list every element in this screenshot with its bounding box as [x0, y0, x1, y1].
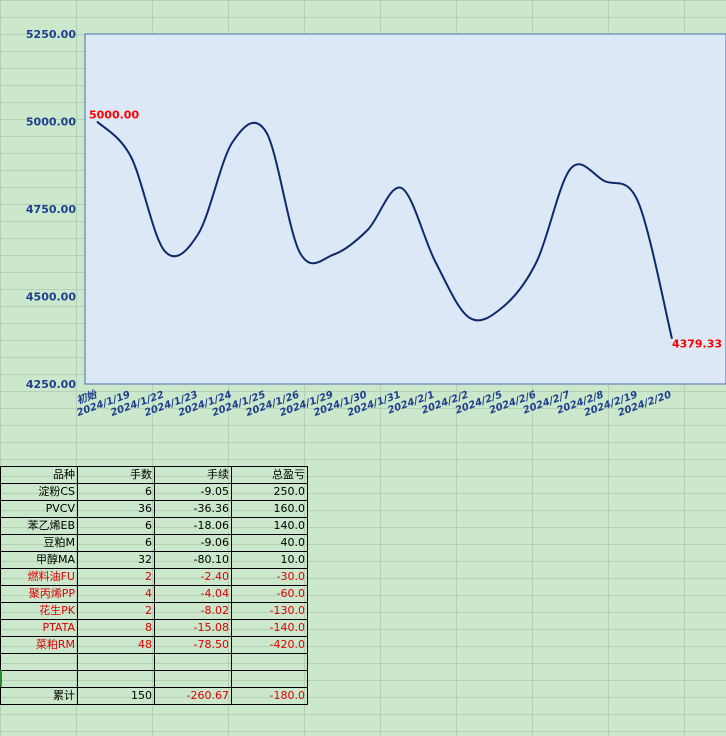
cell-variety[interactable]: 甲醇MA [0, 551, 78, 569]
empty-cell[interactable] [0, 653, 78, 671]
y-tick-label: 5250.00 [26, 28, 76, 41]
cell-lots[interactable]: 36 [77, 500, 155, 518]
total-cell-fee[interactable]: -260.67 [154, 687, 232, 705]
cell-fee[interactable]: -4.04 [154, 585, 232, 603]
empty-cell[interactable] [77, 670, 155, 688]
selected-cell-marker[interactable] [0, 670, 2, 686]
total-cell-variety[interactable]: 累计 [0, 687, 78, 705]
cell-total-pnl[interactable]: 40.0 [231, 534, 308, 552]
table-row: PTATA 8 -15.08 -140.0 [0, 619, 308, 637]
table-row: PVCV 36 -36.36 160.0 [0, 500, 308, 518]
cell-total-pnl[interactable]: -60.0 [231, 585, 308, 603]
y-tick-label: 4250.00 [26, 378, 76, 391]
y-tick-label: 4750.00 [26, 203, 76, 216]
cell-variety[interactable]: PVCV [0, 500, 78, 518]
blank-row [0, 653, 308, 671]
start-value-label: 5000.00 [89, 109, 139, 122]
cell-lots[interactable]: 4 [77, 585, 155, 603]
table-row: 淀粉CS 6 -9.05 250.0 [0, 483, 308, 501]
cell-lots[interactable]: 6 [77, 517, 155, 535]
cell-variety[interactable]: 豆粕M [0, 534, 78, 552]
total-cell-lots[interactable]: 150 [77, 687, 155, 705]
cell-lots[interactable]: 6 [77, 534, 155, 552]
cell-variety[interactable]: PTATA [0, 619, 78, 637]
cell-fee[interactable]: -9.06 [154, 534, 232, 552]
pnl-summary-table: 品种 手数 手续 总盈亏 淀粉CS 6 -9.05 250.0 PVCV 36 -36.36… [0, 466, 308, 705]
cell-variety[interactable]: 聚丙烯PP [0, 585, 78, 603]
cell-total-pnl[interactable]: -130.0 [231, 602, 308, 620]
plot-area [84, 33, 726, 385]
total-row: 累计 150 -260.67 -180.0 [0, 687, 308, 705]
total-cell-total-pnl[interactable]: -180.0 [231, 687, 308, 705]
cell-variety[interactable]: 淀粉CS [0, 483, 78, 501]
cell-lots[interactable]: 2 [77, 602, 155, 620]
empty-cell[interactable] [154, 653, 232, 671]
header-lots: 手数 [77, 466, 155, 484]
table-row: 豆粕M 6 -9.06 40.0 [0, 534, 308, 552]
empty-cell[interactable] [77, 653, 155, 671]
table-row: 菜粕RM 48 -78.50 -420.0 [0, 636, 308, 654]
cell-total-pnl[interactable]: -140.0 [231, 619, 308, 637]
cell-fee[interactable]: -78.50 [154, 636, 232, 654]
cell-fee[interactable]: -18.06 [154, 517, 232, 535]
empty-cell[interactable] [154, 670, 232, 688]
cell-fee[interactable]: -36.36 [154, 500, 232, 518]
cell-fee[interactable]: -15.08 [154, 619, 232, 637]
x-axis: 初始2024/1/192024/1/222024/1/232024/1/2420… [75, 388, 673, 419]
cell-lots[interactable]: 8 [77, 619, 155, 637]
y-tick-label: 4500.00 [26, 291, 76, 304]
cell-variety[interactable]: 菜粕RM [0, 636, 78, 654]
empty-cell[interactable] [0, 670, 78, 688]
cell-total-pnl[interactable]: 250.0 [231, 483, 308, 501]
header-variety: 品种 [0, 466, 78, 484]
blank-row [0, 670, 308, 688]
cell-variety[interactable]: 燃料油FU [0, 568, 78, 586]
cell-variety[interactable]: 苯乙烯EB [0, 517, 78, 535]
empty-cell[interactable] [231, 653, 308, 671]
table-header-row: 品种 手数 手续 总盈亏 [0, 466, 308, 484]
cell-total-pnl[interactable]: 160.0 [231, 500, 308, 518]
cell-fee[interactable]: -80.10 [154, 551, 232, 569]
y-tick-label: 5000.00 [26, 116, 76, 129]
cell-fee[interactable]: -9.05 [154, 483, 232, 501]
cell-lots[interactable]: 48 [77, 636, 155, 654]
cell-total-pnl[interactable]: -30.0 [231, 568, 308, 586]
cell-total-pnl[interactable]: 10.0 [231, 551, 308, 569]
cell-lots[interactable]: 32 [77, 551, 155, 569]
header-fee: 手续 [154, 466, 232, 484]
table-row: 聚丙烯PP 4 -4.04 -60.0 [0, 585, 308, 603]
y-axis: 4250.00 4500.00 4750.00 5000.00 5250.00 [26, 28, 76, 391]
end-value-label: 4379.33 [672, 338, 722, 351]
cell-variety[interactable]: 花生PK [0, 602, 78, 620]
equity-line-chart: 4250.00 4500.00 4750.00 5000.00 5250.00 初始20… [26, 28, 726, 419]
cell-lots[interactable]: 2 [77, 568, 155, 586]
table-row: 花生PK 2 -8.02 -130.0 [0, 602, 308, 620]
cell-lots[interactable]: 6 [77, 483, 155, 501]
table-row: 燃料油FU 2 -2.40 -30.0 [0, 568, 308, 586]
cell-total-pnl[interactable]: -420.0 [231, 636, 308, 654]
table-row: 苯乙烯EB 6 -18.06 140.0 [0, 517, 308, 535]
table-row: 甲醇MA 32 -80.10 10.0 [0, 551, 308, 569]
cell-fee[interactable]: -8.02 [154, 602, 232, 620]
cell-total-pnl[interactable]: 140.0 [231, 517, 308, 535]
empty-cell[interactable] [231, 670, 308, 688]
cell-fee[interactable]: -2.40 [154, 568, 232, 586]
header-total-pnl: 总盈亏 [231, 466, 308, 484]
